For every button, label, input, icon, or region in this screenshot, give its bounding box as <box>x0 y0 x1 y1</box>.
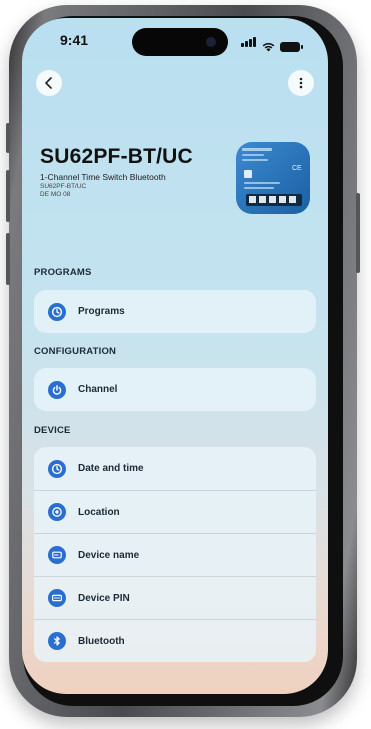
device-image: CE <box>236 142 310 214</box>
side-button <box>6 123 10 153</box>
list-item-channel[interactable]: Channel <box>34 368 316 411</box>
device-model-line: SU62PF-BT/UC <box>40 183 87 190</box>
back-button[interactable] <box>36 70 62 96</box>
list-item-programs[interactable]: Programs <box>34 290 316 333</box>
clock-icon <box>48 459 66 478</box>
location-icon <box>48 503 66 521</box>
section-title-device: DEVICE <box>34 425 71 436</box>
svg-text:CE: CE <box>292 165 302 172</box>
list-item-bluetooth[interactable]: Bluetooth <box>34 619 316 662</box>
status-icons <box>241 34 303 52</box>
chevron-left-icon <box>45 77 52 89</box>
volume-up-button <box>6 170 10 222</box>
more-options-button[interactable] <box>288 70 314 96</box>
battery-icon <box>280 42 303 52</box>
pin-icon <box>48 589 66 607</box>
list-item-label: Channel <box>78 384 118 395</box>
device-name-title: SU62PF-BT/UC <box>40 145 193 168</box>
tag-icon <box>48 546 66 564</box>
list-item-label: Location <box>78 506 120 518</box>
section-title-configuration: CONFIGURATION <box>34 346 117 357</box>
list-item-label: Device PIN <box>78 592 130 604</box>
list-item-location[interactable]: Location <box>34 490 316 533</box>
power-icon <box>48 380 66 399</box>
list-item-device-name[interactable]: Device name <box>34 533 316 576</box>
volume-down-button <box>6 233 10 285</box>
section-title-programs: PROGRAMS <box>34 267 92 278</box>
wifi-icon <box>262 42 275 52</box>
camera-icon <box>206 37 216 47</box>
list-item-label: Bluetooth <box>78 635 125 647</box>
list-item-label: Programs <box>78 306 125 317</box>
device-marking-line: DE MO 08 <box>40 191 71 198</box>
device-description: 1-Channel Time Switch Bluetooth <box>40 172 166 182</box>
app-screen: 9:41 SU62PF-BT/UC 1-Channel Time Switch … <box>22 18 328 694</box>
list-item-label: Device name <box>78 549 140 561</box>
list-item-device-pin[interactable]: Device PIN <box>34 576 316 619</box>
list-item-label: Date and time <box>78 463 144 474</box>
bluetooth-icon <box>48 632 66 650</box>
dynamic-island <box>132 28 228 56</box>
configuration-card: Channel <box>34 368 316 411</box>
status-bar: 9:41 <box>22 18 328 62</box>
clock-icon <box>48 302 66 321</box>
device-card: Date and time Location Device name Devic… <box>34 447 316 662</box>
status-time: 9:41 <box>60 32 89 48</box>
power-button <box>356 193 360 273</box>
programs-card: Programs <box>34 290 316 333</box>
signal-icon <box>241 34 257 52</box>
list-item-date-and-time[interactable]: Date and time <box>34 447 316 490</box>
more-vertical-icon <box>299 77 303 89</box>
